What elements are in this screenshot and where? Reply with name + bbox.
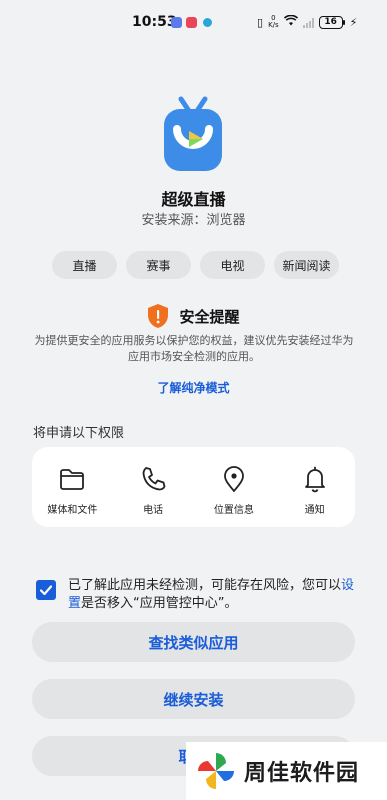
notification-app-icon <box>171 17 182 28</box>
find-similar-apps-button[interactable]: 查找类似应用 <box>32 622 355 662</box>
pinwheel-logo-icon <box>198 753 234 789</box>
network-speed: 0 K/s <box>268 14 279 29</box>
permission-label: 通知 <box>304 505 325 516</box>
watermark: 周佳软件园 <box>186 742 387 800</box>
location-icon <box>223 466 244 492</box>
permission-media-files[interactable]: 媒体和文件 <box>32 447 113 527</box>
folder-icon <box>60 469 85 490</box>
security-title: 安全提醒 <box>179 307 240 326</box>
permission-phone[interactable]: 电话 <box>113 447 194 527</box>
status-bar: 10:53 ▯ 0 K/s 16 ⚡ <box>0 0 387 44</box>
notification-app-icon <box>186 17 197 28</box>
watermark-text: 周佳软件园 <box>244 761 360 786</box>
battery-icon: 16 <box>318 15 345 29</box>
tag-chip: 直播 <box>52 251 117 279</box>
permission-label: 位置信息 <box>213 505 254 516</box>
wifi-icon <box>283 14 298 29</box>
phone-icon <box>142 467 166 491</box>
permission-location[interactable]: 位置信息 <box>194 447 275 527</box>
status-time: 10:53 <box>132 14 177 30</box>
vibrate-icon: ▯ <box>257 15 264 29</box>
notification-app-icon <box>203 18 212 27</box>
permissions-card: 媒体和文件 电话 位置信息 通知 <box>32 447 355 527</box>
signal-icon <box>302 17 314 28</box>
charging-icon: ⚡ <box>349 15 358 29</box>
tag-chip: 新闻阅读 <box>274 251 339 279</box>
consent-checkbox[interactable] <box>36 580 56 600</box>
security-description: 为提供更安全的应用服务以保护您的权益，建议优先安装经过华为应用市场安全检测的应用… <box>34 334 354 363</box>
warning-shield-icon <box>148 304 169 328</box>
permission-notification[interactable]: 通知 <box>274 447 355 527</box>
consent-text: 已了解此应用未经检测，可能存在风险，您可以设置是否移入“应用管控中心”。 <box>68 578 355 611</box>
app-tv-icon <box>163 95 223 173</box>
permission-label: 电话 <box>143 505 164 516</box>
continue-install-button[interactable]: 继续安装 <box>32 679 355 719</box>
permission-label: 媒体和文件 <box>47 505 98 516</box>
security-header: 安全提醒 <box>0 303 387 329</box>
app-name: 超级直播 <box>161 190 226 209</box>
permissions-title: 将申请以下权限 <box>33 426 125 441</box>
bell-icon <box>304 466 325 493</box>
tag-chip: 赛事 <box>126 251 191 279</box>
app-tags: 直播 赛事 电视 新闻阅读 <box>52 251 339 279</box>
pure-mode-link[interactable]: 了解纯净模式 <box>0 379 387 396</box>
check-icon <box>39 585 53 596</box>
tag-chip: 电视 <box>200 251 265 279</box>
install-source: 安装来源：浏览器 <box>141 213 246 228</box>
status-indicators: ▯ 0 K/s 16 ⚡ <box>257 15 357 29</box>
